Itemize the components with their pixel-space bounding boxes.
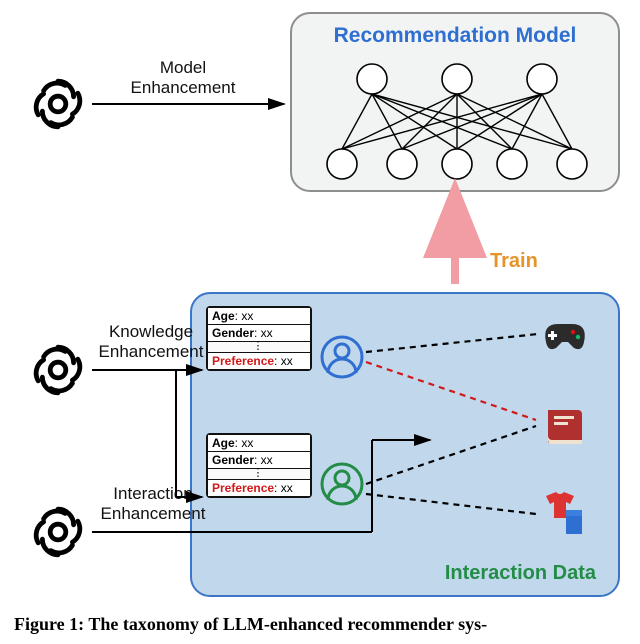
age-val: : xx bbox=[235, 436, 254, 450]
ellipsis: ⋮ bbox=[208, 469, 310, 480]
openai-logo-icon bbox=[28, 340, 88, 400]
age-key: Age bbox=[212, 309, 235, 323]
figure-caption: Figure 1: The taxonomy of LLM-enhanced r… bbox=[14, 614, 626, 635]
clothes-icon bbox=[540, 490, 590, 538]
preference-key: Preference bbox=[212, 354, 274, 368]
gender-key: Gender bbox=[212, 326, 254, 340]
user-icon bbox=[320, 335, 364, 379]
user-profile-card: Age: xx Gender: xx ⋮ Preference: xx bbox=[206, 433, 312, 498]
preference-val: : xx bbox=[274, 481, 293, 495]
game-controller-icon bbox=[540, 312, 590, 360]
neural-network-graph bbox=[302, 54, 612, 189]
recommendation-model-panel: Recommendation Model bbox=[290, 12, 620, 192]
openai-logo-icon bbox=[28, 502, 88, 562]
book-icon bbox=[540, 402, 590, 450]
user-profile-card: Age: xx Gender: xx ⋮ Preference: xx bbox=[206, 306, 312, 371]
interaction-enhancement-label: Interaction Enhancement bbox=[98, 484, 208, 523]
openai-logo-icon bbox=[28, 74, 88, 134]
user-icon bbox=[320, 462, 364, 506]
model-enhancement-label: Model Enhancement bbox=[118, 58, 248, 97]
gender-val: : xx bbox=[254, 453, 273, 467]
gender-key: Gender bbox=[212, 453, 254, 467]
ellipsis: ⋮ bbox=[208, 342, 310, 353]
interaction-data-title: Interaction Data bbox=[445, 562, 596, 585]
recommendation-model-title: Recommendation Model bbox=[292, 14, 618, 48]
age-key: Age bbox=[212, 436, 235, 450]
knowledge-enhancement-label: Knowledge Enhancement bbox=[96, 322, 206, 361]
age-val: : xx bbox=[235, 309, 254, 323]
preference-val: : xx bbox=[274, 354, 293, 368]
gender-val: : xx bbox=[254, 326, 273, 340]
train-label: Train bbox=[490, 250, 538, 273]
preference-key: Preference bbox=[212, 481, 274, 495]
